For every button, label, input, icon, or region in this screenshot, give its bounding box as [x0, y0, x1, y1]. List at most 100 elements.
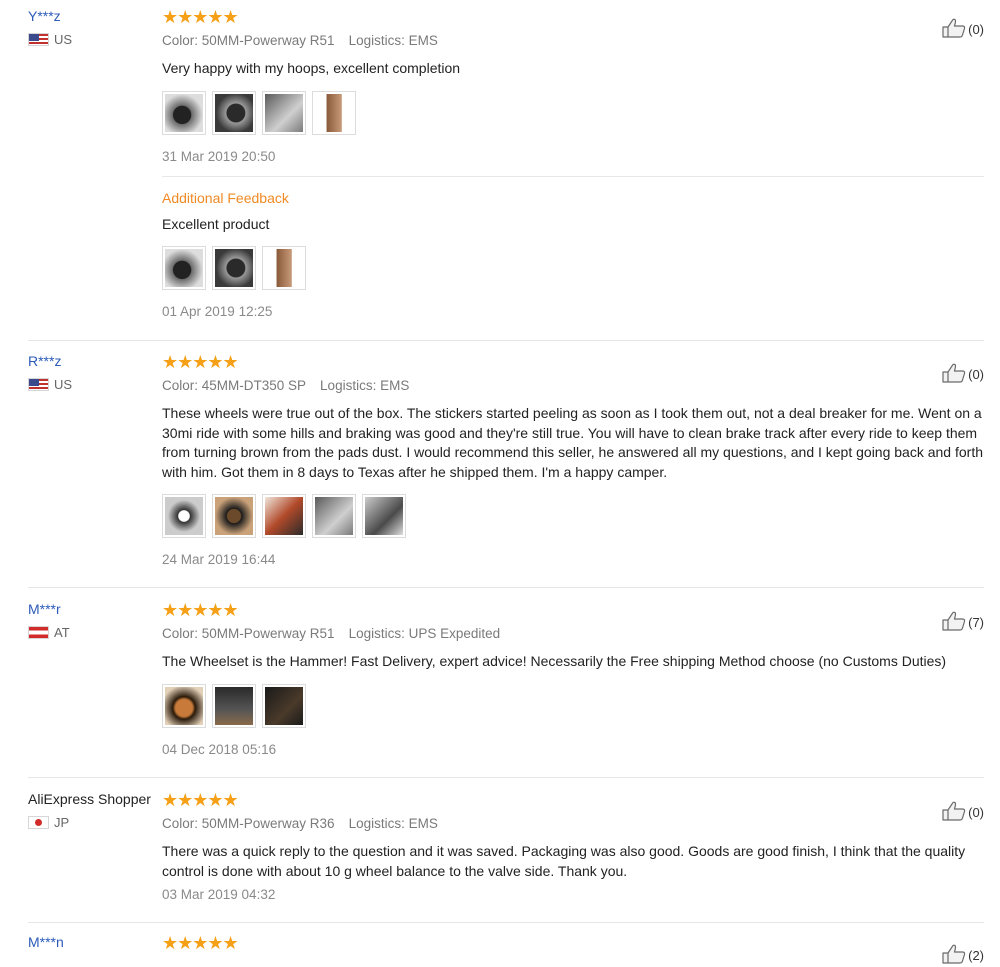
review-divider [28, 922, 984, 923]
reviewer-info: AliExpress Shopper JP [28, 791, 151, 830]
review-photo [165, 497, 203, 535]
review-content: ★★★★★ Color: 50MM-Powerway R36 Logistics: … [162, 791, 984, 902]
review-text: These wheels were true out of the box. T… [162, 405, 983, 480]
star-rating: ★★★★★ [162, 7, 239, 27]
helpful-count: (0) [968, 22, 984, 37]
reviewer-country: JP [28, 815, 151, 830]
review-photo-thumbnail[interactable] [262, 683, 306, 728]
review-photo [165, 686, 203, 725]
review-date: 24 Mar 2019 16:44 [162, 552, 276, 567]
review-photo-thumbnail[interactable] [162, 246, 206, 290]
thumbs-up-icon [942, 944, 966, 967]
reviewer-name[interactable]: Y***z [28, 8, 72, 24]
review-photo-thumbnail[interactable] [162, 683, 206, 728]
additional-feedback-text: Excellent product [162, 215, 270, 232]
review-date: 31 Mar 2019 20:50 [162, 148, 276, 164]
review-photo [265, 497, 303, 535]
review-divider [28, 340, 984, 341]
additional-feedback-date: 01 Apr 2019 12:25 [162, 304, 273, 319]
logistics-info: Logistics: EMS [348, 33, 438, 48]
star-rating: ★★★★★ [162, 600, 239, 620]
logistics-info: Logistics: UPS Expedited [348, 626, 501, 641]
reviewer-country: US [28, 377, 72, 392]
country-flag-icon [28, 378, 49, 391]
review-photo-thumbnail[interactable] [262, 90, 306, 135]
product-color: Color: 50MM-Powerway R36 [162, 816, 335, 831]
reviewer-info: R***z US [28, 353, 72, 392]
review-text: The Wheelset is the Hammer! Fast Deliver… [162, 653, 947, 669]
additional-feedback-label: Additional Feedback [162, 189, 289, 206]
country-flag-icon [28, 816, 49, 829]
country-flag-icon [28, 626, 49, 639]
review-photo-thumbnail[interactable] [312, 90, 356, 135]
thumbs-up-icon [942, 18, 966, 41]
review-photo [215, 93, 253, 132]
product-color: Color: 50MM-Powerway R51 [162, 626, 335, 641]
review-content: ★★★★★ Color: 45MM-DT350 SP Logistics: EMS T… [162, 353, 984, 567]
reviewer-name[interactable]: R***z [28, 353, 72, 369]
helpful-button[interactable]: (7) [942, 611, 984, 634]
star-rating: ★★★★★ [162, 933, 239, 953]
helpful-count: (0) [968, 805, 984, 820]
reviewer-name[interactable]: M***r [28, 601, 70, 617]
helpful-button[interactable]: (0) [942, 18, 984, 41]
review-divider [28, 587, 984, 588]
logistics-info: Logistics: EMS [348, 816, 438, 831]
order-info: Color: 50MM-Powerway R36 Logistics: EMS [162, 816, 984, 833]
helpful-count: (0) [968, 367, 984, 382]
review-photo [365, 497, 403, 535]
product-color: Color: 50MM-Powerway R51 [162, 33, 335, 48]
order-info: Color: 45MM-DT350 SP Logistics: EMS [162, 378, 984, 395]
helpful-button[interactable]: (0) [942, 363, 984, 386]
review-divider [28, 777, 984, 778]
review-content: ★★★★★ Color: 50MM-Powerway R51 Logistics: … [162, 8, 984, 319]
logistics-info: Logistics: EMS [320, 378, 410, 393]
helpful-count: (7) [968, 615, 984, 630]
review-content: ★★★★★ [162, 934, 984, 952]
photo-gallery [162, 494, 984, 538]
photo-gallery [162, 246, 984, 290]
review-photo-thumbnail[interactable] [362, 494, 406, 538]
thumbs-up-icon [942, 611, 966, 634]
review-photo [215, 249, 253, 287]
review-photo [265, 686, 303, 725]
review-photo [265, 249, 303, 287]
review-photo-thumbnail[interactable] [212, 683, 256, 728]
photo-gallery [162, 683, 984, 728]
review-photo-thumbnail[interactable] [162, 90, 206, 135]
review-text: Very happy with my hoops, excellent comp… [162, 60, 461, 76]
review-date: 04 Dec 2018 05:16 [162, 741, 277, 757]
review-photo-thumbnail[interactable] [212, 90, 256, 135]
order-info: Color: 50MM-Powerway R51 Logistics: UPS E… [162, 626, 984, 643]
review-photo [315, 93, 353, 132]
additional-feedback-divider [162, 175, 984, 177]
star-rating: ★★★★★ [162, 790, 239, 810]
photo-gallery [162, 90, 984, 135]
reviewer-name[interactable]: M***n [28, 934, 64, 950]
review-photo-thumbnail[interactable] [212, 246, 256, 290]
country-code: US [54, 32, 73, 47]
review-date: 03 Mar 2019 04:32 [162, 887, 276, 902]
review-photo-thumbnail[interactable] [262, 246, 306, 290]
review-photo [315, 497, 353, 535]
reviewer-info: M***r AT [28, 601, 70, 640]
review-text: There was a quick reply to the question … [162, 843, 966, 879]
product-color: Color: 45MM-DT350 SP [162, 378, 307, 393]
review-content: ★★★★★ Color: 50MM-Powerway R51 Logistics: … [162, 601, 984, 757]
helpful-count: (2) [968, 948, 984, 963]
review-photo [215, 497, 253, 535]
reviewer-name: AliExpress Shopper [28, 791, 151, 807]
review-photo-thumbnail[interactable] [162, 494, 206, 538]
star-rating: ★★★★★ [162, 352, 239, 372]
review-photo [165, 249, 203, 287]
country-code: AT [54, 625, 70, 640]
review-photo-thumbnail[interactable] [312, 494, 356, 538]
reviewer-info: M***n [28, 934, 64, 950]
helpful-button[interactable]: (2) [942, 944, 984, 967]
order-info: Color: 50MM-Powerway R51 Logistics: EMS [162, 33, 984, 50]
review-photo-thumbnail[interactable] [262, 494, 306, 538]
review-photo [215, 686, 253, 725]
review-photo-thumbnail[interactable] [212, 494, 256, 538]
thumbs-up-icon [942, 363, 966, 386]
helpful-button[interactable]: (0) [942, 801, 984, 824]
